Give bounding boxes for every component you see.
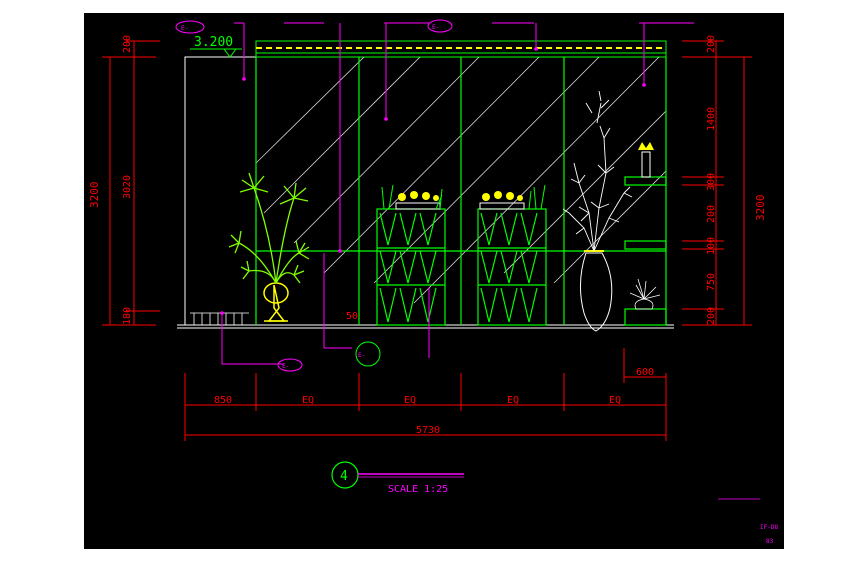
planter-stand-left [376, 208, 446, 326]
dim-bottom-seg-2: EQ [302, 395, 314, 406]
callout-bubble-4: E- [355, 341, 381, 367]
level-mark-text: 3.200 [194, 35, 233, 50]
callout-bubble-3: E- [277, 358, 303, 372]
index-number: 4 [340, 469, 348, 484]
callout-1-text: E- [181, 25, 188, 32]
dim-bottom-seg-1: 850 [214, 395, 232, 406]
elevation-title: 4 SCALE 1:25 [331, 461, 464, 495]
dim-right-seg-2: 1400 [706, 107, 717, 131]
cad-sheet: 3200 200 3020 180 200 1400 300 200 100 7… [84, 13, 784, 549]
dim-left-bottom: 180 [122, 307, 133, 325]
dim-bottom-seg-3: EQ [404, 395, 416, 406]
dim-bottom-overall: 5730 [416, 425, 440, 436]
dim-small: 50 [346, 311, 358, 322]
floor-rail [190, 312, 249, 325]
sheet-code: IF-D8 [760, 524, 778, 531]
dim-right-seg-1: 200 [706, 35, 717, 53]
scale-text: SCALE 1:25 [388, 484, 448, 495]
annotation-dots [220, 47, 646, 315]
level-mark: 3.200 [190, 35, 242, 58]
potted-palm [228, 172, 310, 322]
dim-right-seg-7: 200 [706, 307, 717, 325]
dim-right-seg-6: 750 [706, 273, 717, 291]
dim-left-overall: 3200 [88, 182, 101, 209]
ceiling-cornice [255, 40, 667, 58]
callout-3-text: E- [282, 363, 289, 370]
dim-cabinet-width: 600 [636, 367, 654, 378]
sheet-page: 83 [766, 538, 774, 545]
dim-bottom-seg-4: EQ [507, 395, 519, 406]
elevation-drawing: 3200 200 3020 180 200 1400 300 200 100 7… [88, 19, 778, 545]
dim-left-top: 200 [122, 35, 133, 53]
dim-right-overall: 3200 [754, 195, 767, 222]
planter-stand-right [477, 208, 547, 326]
sheet-notes: IF-D8 83 [718, 498, 778, 545]
dim-right-seg-3: 300 [706, 173, 717, 191]
dim-right-seg-5: 100 [706, 237, 717, 255]
dims-right-lines [682, 40, 752, 326]
callout-bubble-2: E- [427, 19, 453, 33]
floor-vase-branches [562, 90, 633, 332]
dim-right-seg-4: 200 [706, 205, 717, 223]
planter-flowers-right [479, 184, 546, 210]
callout-bubble-1: E- [175, 20, 205, 34]
shelf-vase [638, 142, 654, 178]
callout-2-text: E- [432, 24, 439, 31]
wall-panels [255, 57, 667, 325]
dim-left-middle: 3020 [122, 175, 133, 199]
dim-bottom-seg-5: EQ [609, 395, 621, 406]
callout-4-text: E- [358, 352, 365, 359]
shelf-plant [629, 278, 661, 310]
